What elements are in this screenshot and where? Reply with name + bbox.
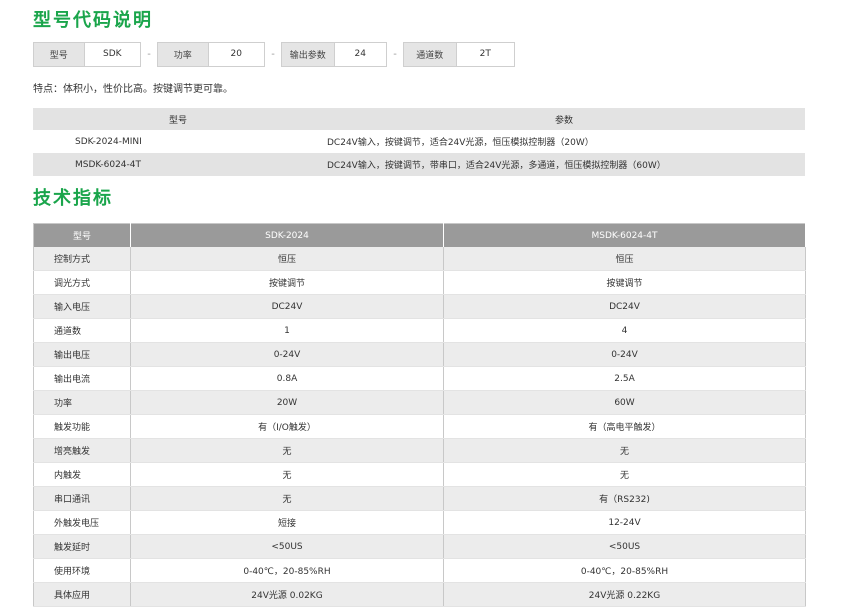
row-label: 外触发电压: [33, 510, 131, 535]
table-row: 输入电压 DC24V DC24V: [33, 294, 806, 319]
table-cell: 有（高电平触发）: [443, 414, 806, 439]
code-field-value: 2T: [456, 42, 514, 66]
column-header: 参数: [323, 108, 805, 130]
code-field-label: 型号: [34, 42, 85, 66]
table-cell: 无: [130, 438, 444, 463]
code-field-value: 24: [334, 42, 386, 66]
section-title-specs: 技术指标: [33, 188, 113, 209]
table-cell: 0-24V: [443, 342, 806, 367]
row-label: 输出电流: [33, 366, 131, 391]
table-row: 内触发无无: [33, 462, 806, 487]
table-cell: 1: [130, 318, 444, 343]
table-cell: <50US: [130, 534, 444, 559]
table-cell: DC24V: [130, 294, 444, 319]
row-label: 串口通讯: [33, 486, 131, 511]
table-cell: 0-40℃，20-85%RH: [443, 558, 806, 583]
row-label: 内触发: [33, 462, 131, 487]
code-field-channels: 通道数 2T: [403, 41, 515, 67]
code-field-label: 输出参数: [282, 42, 335, 66]
table-cell: 按键调节: [443, 270, 806, 295]
column-header: 型号: [33, 223, 131, 247]
code-field-value: 20: [208, 42, 264, 66]
separator: -: [271, 48, 275, 60]
table-row: 触发延时 <50US <50US: [33, 534, 806, 559]
table-cell: 0.8A: [130, 366, 444, 391]
row-label: 触发延时: [33, 534, 131, 559]
table-cell: DC24V: [443, 294, 806, 319]
row-label: 增亮触发: [33, 438, 131, 463]
code-field-value: SDK: [84, 42, 140, 66]
column-header: 型号: [33, 108, 323, 130]
feature-text: 特点：体积小，性价比高。按键调节更可靠。: [33, 84, 233, 95]
table-row: 串口通讯无有（RS232): [33, 486, 806, 511]
table-cell: 0-40℃，20-85%RH: [130, 558, 444, 583]
table-cell: 无: [443, 438, 806, 463]
table-cell: DC24V输入，按键调节，带串口，适合24V光源，多通道，恒压模拟控制器（60W…: [323, 153, 805, 176]
row-label: 控制方式: [33, 247, 131, 271]
model-table: 型号 参数 SDK-2024-MINI DC24V输入，按键调节，适合24V光源…: [33, 108, 805, 176]
table-row: 触发功能 有（I/O触发） 有（高电平触发）: [33, 414, 806, 439]
table-cell: 24V光源 0.22KG: [443, 582, 806, 607]
column-header: SDK-2024: [130, 223, 444, 247]
table-cell: 60W: [443, 390, 806, 415]
row-label: 具体应用: [33, 582, 131, 607]
table-cell: 按键调节: [130, 270, 444, 295]
section-title-model-code: 型号代码说明: [33, 10, 153, 31]
table-row: 功率 20W 60W: [33, 390, 806, 415]
table-cell: <50US: [443, 534, 806, 559]
table-row: 具体应用 24V光源 0.02KG 24V光源 0.22KG: [33, 582, 806, 607]
table-row: 输出电流 0.8A 2.5A: [33, 366, 806, 391]
table-row: 调光方式 按键调节 按键调节: [33, 270, 806, 295]
table-cell: MSDK-6024-4T: [33, 153, 323, 176]
code-field-output: 输出参数 24: [281, 41, 387, 67]
table-cell: 短接: [130, 510, 444, 535]
table-row: 通道数 1 4: [33, 318, 806, 343]
column-header: MSDK-6024-4T: [443, 223, 806, 247]
table-cell: 无: [443, 462, 806, 487]
code-field-model: 型号 SDK: [33, 41, 141, 67]
row-label: 使用环境: [33, 558, 131, 583]
table-row: 输出电压 0-24V 0-24V: [33, 342, 806, 367]
table-row: 增亮触发无无: [33, 438, 806, 463]
table-cell: 20W: [130, 390, 444, 415]
table-row: 外触发电压 短接 12-24V: [33, 510, 806, 535]
table-cell: DC24V输入，按键调节，适合24V光源，恒压模拟控制器（20W）: [327, 138, 594, 148]
row-label: 通道数: [33, 318, 131, 343]
row-label: 输入电压: [33, 294, 131, 319]
table-cell: 4: [443, 318, 806, 343]
table-cell: 无: [130, 486, 444, 511]
table-cell: SDK-2024-MINI: [75, 136, 142, 147]
table-cell: 恒压: [130, 247, 444, 271]
table-row: 控制方式 恒压 恒压: [33, 247, 806, 271]
table-cell: 0-24V: [130, 342, 444, 367]
code-field-power: 功率 20: [157, 41, 265, 67]
row-label: 功率: [33, 390, 131, 415]
table-cell: 恒压: [443, 247, 806, 271]
separator: -: [147, 48, 151, 60]
row-label: 调光方式: [33, 270, 131, 295]
table-cell: 无: [130, 462, 444, 487]
table-row: MSDK-6024-4T DC24V输入，按键调节，带串口，适合24V光源，多通…: [33, 153, 805, 176]
row-label: 输出电压: [33, 342, 131, 367]
table-header-row: 型号 SDK-2024 MSDK-6024-4T: [33, 223, 806, 247]
separator: -: [393, 48, 397, 60]
row-label: 触发功能: [33, 414, 131, 439]
table-cell: 有（I/O触发）: [130, 414, 444, 439]
table-row: 使用环境 0-40℃，20-85%RH 0-40℃，20-85%RH: [33, 558, 806, 583]
table-row: SDK-2024-MINI DC24V输入，按键调节，适合24V光源，恒压模拟控…: [33, 130, 805, 153]
table-header-row: 型号 参数: [33, 108, 805, 130]
model-code-strip: 型号 SDK - 功率 20 - 输出参数 24 - 通道数 2T: [33, 41, 515, 67]
table-cell: 24V光源 0.02KG: [130, 582, 444, 607]
spec-table: 型号 SDK-2024 MSDK-6024-4T 控制方式 恒压 恒压 调光方式 按键…: [33, 223, 806, 607]
table-cell: 2.5A: [443, 366, 806, 391]
table-cell: 有（RS232): [443, 486, 806, 511]
code-field-label: 通道数: [404, 42, 457, 66]
table-cell: 12-24V: [443, 510, 806, 535]
code-field-label: 功率: [158, 42, 209, 66]
